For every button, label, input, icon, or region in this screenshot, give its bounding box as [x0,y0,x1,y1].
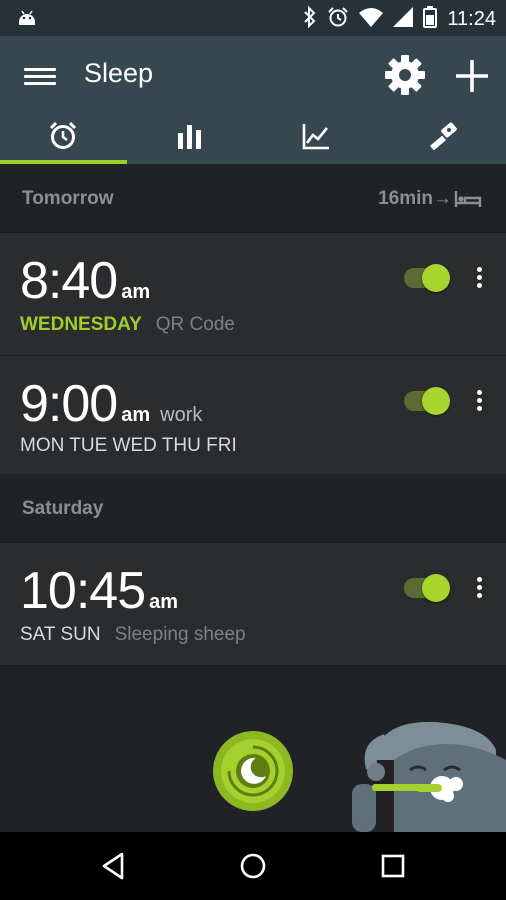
plus-icon [456,60,488,92]
alarm-time-row: 8:40 am [20,251,150,311]
section-label: Saturday [22,498,104,519]
alarm-days: MON TUE WED THU FRI [20,435,237,456]
status-time: 11:24 [447,8,496,30]
tab-graphs[interactable] [253,108,380,164]
back-button[interactable] [98,850,130,882]
section-header-saturday: Saturday [0,474,506,542]
more-options-button[interactable] [472,265,486,291]
status-bar: 11:24 [0,0,506,36]
menu-icon [24,68,56,71]
alarm-card[interactable]: 9:00 am work MON TUE WED THU FRI [0,355,506,475]
tab-alarms[interactable] [0,108,127,164]
sleeping-android-mascot [346,700,506,832]
section-header-tomorrow: Tomorrow 16min→ [0,164,506,232]
add-alarm-button[interactable] [452,56,492,96]
time-to-bed-hint: 16min→ [378,188,482,210]
alarm-toggle[interactable] [404,574,450,602]
bed-icon [454,191,482,207]
magic-wand-icon [430,122,457,151]
alarm-ampm: am [121,404,151,426]
alarm-captcha: Sleeping sheep [114,624,246,645]
wifi-icon [359,7,384,32]
cell-signal-icon [393,7,414,32]
more-options-button[interactable] [472,388,486,414]
alarm-time: 9:00 [20,375,118,433]
menu-button[interactable] [24,64,56,88]
alarm-label: work [160,404,203,426]
bar-chart-icon [177,125,201,149]
settings-button[interactable] [384,54,426,96]
alarm-ampm: am [121,281,151,303]
line-chart-icon [302,124,330,150]
alarm-card[interactable]: 10:45 am SAT SUN Sleeping sheep [0,542,506,666]
start-sleep-tracking-button[interactable] [212,730,294,812]
bluetooth-icon [303,5,317,33]
alarm-time: 8:40 [20,252,118,310]
tab-statistics[interactable] [127,108,254,164]
alarm-time: 10:45 [20,562,146,620]
android-debug-icon [16,8,38,35]
alarm-days: SAT SUN [20,624,101,645]
alarm-repeat: MON TUE WED THU FRI [20,435,237,457]
home-button[interactable] [237,850,269,882]
alarm-card[interactable]: 8:40 am WEDNESDAY QR Code [0,232,506,356]
tab-tools[interactable] [380,108,506,164]
gear-icon [385,55,425,95]
alarm-time-row: 9:00 am work [20,374,202,434]
app-bar: Sleep [0,36,506,164]
alarm-time-row: 10:45 am [20,561,178,621]
more-options-button[interactable] [472,575,486,601]
tab-bar [0,108,506,164]
alarm-clock-icon [327,6,349,33]
alarm-toggle[interactable] [404,387,450,415]
alarm-toggle[interactable] [404,264,450,292]
section-label: Tomorrow [22,188,114,209]
battery-icon [423,6,438,33]
home-icon [240,853,266,879]
alarm-ampm: am [149,591,179,613]
back-icon [102,852,124,880]
alarm-captcha: QR Code [155,314,235,335]
alarm-repeat: SAT SUN Sleeping sheep [20,624,246,646]
time-to-bed-text: 16min→ [378,188,452,209]
page-title: Sleep [84,58,154,88]
system-nav-bar [0,832,506,900]
moon-icon [213,731,293,811]
alarm-repeat: WEDNESDAY QR Code [20,314,235,336]
alarm-days: WEDNESDAY [20,314,142,335]
alarm-clock-icon [50,121,77,149]
recents-icon [381,854,405,878]
recents-button[interactable] [377,850,409,882]
